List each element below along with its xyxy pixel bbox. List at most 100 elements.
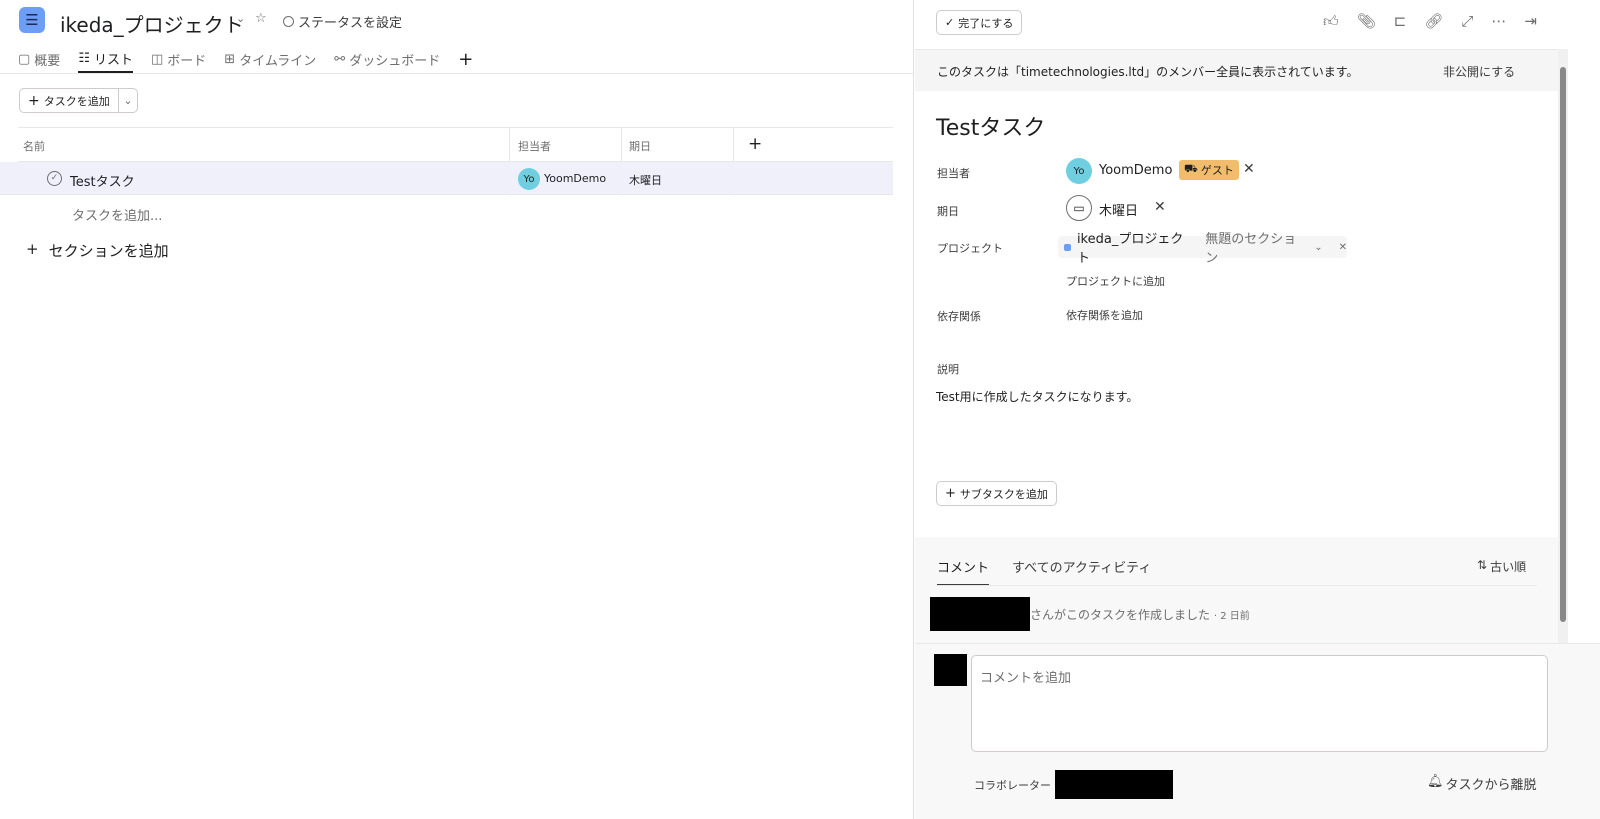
- remove-due-icon[interactable]: ✕: [1154, 199, 1166, 215]
- project-chip[interactable]: ikeda_プロジェクト 無題のセクション ⌄ ✕: [1058, 232, 1347, 266]
- project-pane: ☰ ikeda_プロジェクト ⌄ ☆ ステータスを設定 ▢ 概要 ☷ リスト ◫ ボー…: [0, 0, 914, 819]
- add-section-label: セクションを追加: [48, 242, 169, 260]
- activity-section: コメント すべてのアクティビティ ⇅ 古い順 さんがこのタスクを作成しました · …: [915, 537, 1558, 643]
- sort-label: 古い順: [1490, 560, 1527, 574]
- redacted-user: [930, 597, 1030, 631]
- add-section-button[interactable]: + セクションを追加: [26, 240, 169, 261]
- bell-icon: 🔔︎: [1427, 774, 1444, 789]
- guest-badge: ⛟ ゲスト: [1179, 160, 1239, 180]
- assignee-name[interactable]: YoomDemo: [1099, 163, 1172, 178]
- tab-label: タイムライン: [239, 53, 317, 69]
- plus-icon: +: [26, 240, 39, 258]
- view-tabs: ▢ 概要 ☷ リスト ◫ ボード ⊞ タイムライン ⚯ ダッシュボード +: [18, 45, 473, 73]
- description-label: 説明: [937, 363, 959, 376]
- star-icon[interactable]: ☆: [255, 11, 267, 26]
- project-list-icon[interactable]: ☰: [19, 7, 45, 33]
- column-header-due[interactable]: 期日: [629, 138, 651, 154]
- chevron-down-icon[interactable]: ⌄: [236, 12, 245, 25]
- activity-item: さんがこのタスクを作成しました · 2 日前: [1030, 606, 1250, 623]
- add-to-project-button[interactable]: プロジェクトに追加: [1066, 273, 1165, 289]
- due-date[interactable]: 木曜日: [629, 172, 662, 188]
- detail-toolbar: 👍︎ 📎︎ ⊏ 🔗︎ ⤢ ⋯ ⇥: [1323, 12, 1537, 31]
- expand-icon[interactable]: ⤢: [1461, 12, 1473, 31]
- tab-comments[interactable]: コメント: [937, 557, 990, 586]
- tab-label: ダッシュボード: [349, 53, 441, 69]
- timeline-icon: ⊞: [224, 51, 236, 67]
- like-icon[interactable]: 👍︎: [1323, 12, 1339, 31]
- project-name[interactable]: ikeda_プロジェクト: [1077, 228, 1195, 266]
- tab-label: 概要: [34, 53, 61, 69]
- project-label: プロジェクト: [937, 242, 1003, 255]
- redacted-collaborators: [1055, 770, 1173, 799]
- sort-button[interactable]: ⇅ 古い順: [1477, 558, 1526, 575]
- description-text[interactable]: Test用に作成したタスクになります。: [936, 388, 1138, 405]
- guest-label: ゲスト: [1200, 164, 1234, 177]
- dependency-label: 依存関係: [937, 310, 981, 323]
- chevron-down-icon[interactable]: ⌄: [1314, 242, 1322, 253]
- task-detail-pane: ✓ 完了にする 👍︎ 📎︎ ⊏ 🔗︎ ⤢ ⋯ ⇥ このタスクは「timetechn…: [915, 0, 1600, 819]
- add-column-button[interactable]: +: [748, 134, 762, 154]
- project-title[interactable]: ikeda_プロジェクト: [60, 9, 244, 38]
- visibility-notice: このタスクは「timetechnologies.ltd」のメンバー全員に表示され…: [937, 65, 1359, 79]
- check-icon: ✓: [945, 16, 955, 29]
- tab-overview[interactable]: ▢ 概要: [18, 45, 60, 73]
- tab-all-activity[interactable]: すべてのアクティビティ: [1012, 557, 1151, 576]
- task-title[interactable]: Testタスク: [936, 110, 1045, 142]
- tab-list[interactable]: ☷ リスト: [78, 45, 133, 73]
- activity-time: · 2 日前: [1213, 611, 1250, 622]
- set-status-button[interactable]: ステータスを設定: [283, 12, 402, 31]
- attachment-icon[interactable]: 📎︎: [1357, 12, 1376, 31]
- task-name[interactable]: Testタスク: [70, 171, 135, 190]
- assignee-name[interactable]: YoomDemo: [544, 172, 606, 185]
- section-name[interactable]: 無題のセクション: [1205, 228, 1308, 266]
- column-header-assignee[interactable]: 担当者: [518, 138, 551, 154]
- scrollbar-thumb[interactable]: [1560, 67, 1566, 622]
- tab-timeline[interactable]: ⊞ タイムライン: [224, 45, 316, 73]
- add-tab-button[interactable]: +: [458, 45, 473, 73]
- project-color-dot: [1064, 243, 1071, 251]
- due-label: 期日: [937, 205, 959, 218]
- remove-project-icon[interactable]: ✕: [1339, 242, 1347, 253]
- status-label: ステータスを設定: [298, 16, 403, 31]
- link-icon[interactable]: 🔗︎: [1424, 12, 1443, 31]
- plus-icon: +: [945, 486, 956, 501]
- guest-icon: ⛟: [1184, 162, 1198, 175]
- circle-icon: [283, 16, 294, 27]
- close-pane-icon[interactable]: ⇥: [1524, 12, 1537, 31]
- tab-label: ボード: [167, 53, 207, 69]
- add-dependency-button[interactable]: 依存関係を追加: [1066, 307, 1143, 323]
- add-subtask-label: サブタスクを追加: [959, 487, 1048, 501]
- add-task-button[interactable]: + タスクを追加 ⌄: [19, 88, 138, 113]
- add-subtask-button[interactable]: + サブタスクを追加: [936, 481, 1057, 506]
- collaborators-label: コラボレーター: [974, 779, 1051, 792]
- leave-task-label: タスクから離脱: [1445, 778, 1537, 793]
- make-private-button[interactable]: 非公開にする: [1443, 63, 1515, 80]
- redacted-avatar: [934, 654, 967, 686]
- comment-input[interactable]: コメントを追加: [971, 655, 1548, 752]
- due-value[interactable]: 木曜日: [1099, 200, 1138, 219]
- complete-label: 完了にする: [958, 16, 1014, 30]
- subtask-icon[interactable]: ⊏: [1394, 12, 1407, 31]
- avatar: Yo: [1066, 158, 1092, 184]
- list-icon: ☷: [78, 50, 90, 66]
- sort-icon: ⇅: [1477, 558, 1488, 572]
- more-icon[interactable]: ⋯: [1491, 12, 1506, 31]
- leave-task-button[interactable]: 🔔︎ タスクから離脱: [1427, 774, 1537, 793]
- mark-complete-button[interactable]: ✓ 完了にする: [936, 10, 1023, 35]
- column-header-name[interactable]: 名前: [23, 138, 45, 154]
- table-row[interactable]: ✓ Testタスク Yo YoomDemo 木曜日: [0, 162, 893, 195]
- scrollbar[interactable]: [1558, 49, 1568, 643]
- remove-assignee-icon[interactable]: ✕: [1243, 161, 1255, 177]
- board-icon: ◫: [150, 51, 164, 67]
- plus-icon: +: [28, 92, 40, 109]
- tab-board[interactable]: ◫ ボード: [151, 45, 206, 73]
- chevron-down-icon[interactable]: ⌄: [118, 89, 137, 112]
- tab-dashboard[interactable]: ⚯ ダッシュボード: [334, 45, 440, 73]
- complete-check-icon[interactable]: ✓: [47, 171, 62, 186]
- tab-label: リスト: [93, 52, 133, 68]
- add-task-label: タスクを追加: [43, 94, 110, 108]
- add-task-inline[interactable]: タスクを追加...: [72, 205, 162, 224]
- divider: [937, 585, 1537, 586]
- calendar-icon[interactable]: ▭: [1066, 195, 1092, 221]
- clipboard-icon: ▢: [18, 51, 31, 67]
